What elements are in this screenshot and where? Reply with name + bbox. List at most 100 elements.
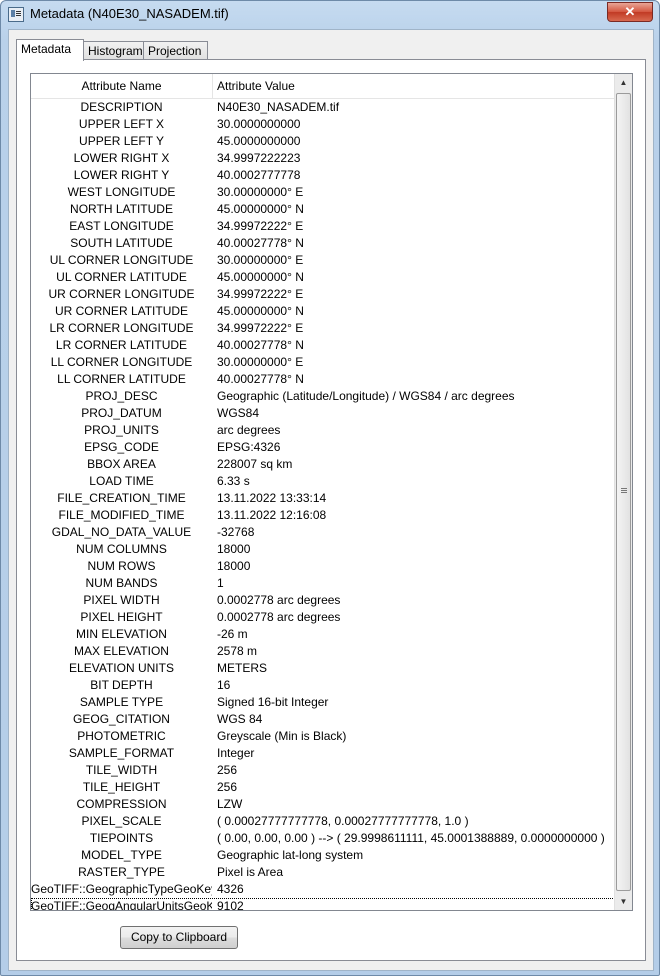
table-row[interactable]: PROJ_DESC Geographic (Latitude/Longitude)… — [31, 388, 615, 405]
table-row[interactable]: BBOX AREA 228007 sq km — [31, 456, 615, 473]
metadata-list[interactable]: Attribute Name Attribute Value DESCRIPTI… — [30, 73, 633, 911]
copy-to-clipboard-button[interactable]: Copy to Clipboard — [120, 926, 238, 949]
table-row[interactable]: RASTER_TYPE Pixel is Area — [31, 864, 615, 881]
table-row[interactable]: UR CORNER LATITUDE 45.00000000° N — [31, 303, 615, 320]
table-row[interactable]: WEST LONGITUDE 30.00000000° E — [31, 184, 615, 201]
attribute-value-cell: 13.11.2022 13:33:14 — [217, 491, 327, 505]
table-row[interactable]: MIN ELEVATION -26 m — [31, 626, 615, 643]
table-row[interactable]: MODEL_TYPE Geographic lat-long system — [31, 847, 615, 864]
attribute-name-cell: UR CORNER LATITUDE — [54, 304, 189, 318]
attribute-name-cell: ELEVATION UNITS — [69, 661, 174, 675]
table-row[interactable]: LOWER RIGHT Y 40.0002777778 — [31, 167, 615, 184]
table-row[interactable]: LOWER RIGHT X 34.9997222223 — [31, 150, 615, 167]
attribute-value-cell: 13.11.2022 12:16:08 — [217, 508, 327, 522]
table-row[interactable]: LL CORNER LATITUDE 40.00027778° N — [31, 371, 615, 388]
table-row[interactable]: LL CORNER LONGITUDE 30.00000000° E — [31, 354, 615, 371]
attribute-name-cell: MIN ELEVATION — [76, 627, 167, 641]
attribute-value-cell: 30.0000000000 — [217, 117, 301, 131]
table-row[interactable]: GeoTIFF::GeographicTypeGeoKey 4326 — [31, 881, 615, 898]
vertical-scrollbar[interactable]: ▲ ▼ — [614, 74, 632, 910]
attribute-name-cell: TILE_WIDTH — [85, 763, 158, 777]
scroll-grip-icon — [621, 488, 627, 489]
table-row[interactable]: PROJ_DATUM WGS84 — [31, 405, 615, 422]
attribute-value-cell: 0.0002778 arc degrees — [217, 610, 341, 624]
table-row[interactable]: GEOG_CITATION WGS 84 — [31, 711, 615, 728]
table-row[interactable]: PROJ_UNITS arc degrees — [31, 422, 615, 439]
table-row[interactable]: UL CORNER LONGITUDE 30.00000000° E — [31, 252, 615, 269]
table-row[interactable]: ELEVATION UNITS METERS — [31, 660, 615, 677]
attribute-name-cell: WEST LONGITUDE — [67, 185, 176, 199]
table-row[interactable]: UL CORNER LATITUDE 45.00000000° N — [31, 269, 615, 286]
table-row[interactable]: TILE_WIDTH 256 — [31, 762, 615, 779]
window-title: Metadata (N40E30_NASADEM.tif) — [30, 6, 229, 21]
table-row[interactable]: SOUTH LATITUDE 40.00027778° N — [31, 235, 615, 252]
attribute-name-cell: BBOX AREA — [87, 457, 156, 471]
attribute-value-cell: 40.00027778° N — [217, 236, 304, 250]
table-row[interactable]: PIXEL HEIGHT 0.0002778 arc degrees — [31, 609, 615, 626]
table-row[interactable]: MAX ELEVATION 2578 m — [31, 643, 615, 660]
tab-projection[interactable]: Projection — [143, 41, 208, 60]
close-button[interactable]: ✕ — [607, 2, 653, 22]
table-row[interactable]: GDAL_NO_DATA_VALUE -32768 — [31, 524, 615, 541]
attribute-value-cell: 30.00000000° E — [217, 355, 304, 369]
table-row[interactable]: PIXEL_SCALE ( 0.00027777777778, 0.0002777… — [31, 813, 615, 830]
table-row[interactable]: LR CORNER LONGITUDE 34.99972222° E — [31, 320, 615, 337]
dialog-body: Metadata Histogram Projection Attribute … — [8, 29, 654, 971]
table-row[interactable]: UPPER LEFT X 30.0000000000 — [31, 116, 615, 133]
table-row[interactable]: EAST LONGITUDE 34.99972222° E — [31, 218, 615, 235]
table-row[interactable]: LR CORNER LATITUDE 40.00027778° N — [31, 337, 615, 354]
attribute-name-cell: GeoTIFF::GeogAngularUnitsGeoKey — [31, 899, 212, 911]
table-row[interactable]: TILE_HEIGHT 256 — [31, 779, 615, 796]
table-row[interactable]: TIEPOINTS ( 0.00, 0.00, 0.00 ) --> ( 29.9… — [31, 830, 615, 847]
table-row[interactable]: FILE_MODIFIED_TIME 13.11.2022 12:16:08 — [31, 507, 615, 524]
tab-metadata[interactable]: Metadata — [16, 39, 84, 61]
attribute-value-cell: LZW — [217, 797, 243, 811]
attribute-name-cell: MODEL_TYPE — [81, 848, 162, 862]
table-row[interactable]: UPPER LEFT Y 45.0000000000 — [31, 133, 615, 150]
attribute-value-cell: 45.0000000000 — [217, 134, 301, 148]
table-row[interactable]: SAMPLE_FORMAT Integer — [31, 745, 615, 762]
table-row[interactable]: NORTH LATITUDE 45.00000000° N — [31, 201, 615, 218]
table-row[interactable]: NUM BANDS 1 — [31, 575, 615, 592]
list-header: Attribute Name Attribute Value — [31, 74, 618, 99]
attribute-value-cell: 2578 m — [217, 644, 258, 658]
attribute-value-cell: Greyscale (Min is Black) — [217, 729, 347, 743]
attribute-value-cell: 256 — [217, 780, 238, 794]
attribute-value-cell: 34.9997222223 — [217, 151, 301, 165]
table-row[interactable]: NUM COLUMNS 18000 — [31, 541, 615, 558]
scroll-thumb[interactable] — [616, 93, 631, 891]
attribute-value-cell: Geographic lat-long system — [217, 848, 364, 862]
attribute-name-cell: PHOTOMETRIC — [77, 729, 166, 743]
table-row[interactable]: FILE_CREATION_TIME 13.11.2022 13:33:14 — [31, 490, 615, 507]
attribute-name-cell: TIEPOINTS — [89, 831, 154, 845]
attribute-name-cell: TILE_HEIGHT — [82, 780, 161, 794]
table-row[interactable]: NUM ROWS 18000 — [31, 558, 615, 575]
attribute-name-cell: LOWER RIGHT X — [73, 151, 170, 165]
table-row[interactable]: PIXEL WIDTH 0.0002778 arc degrees — [31, 592, 615, 609]
table-row[interactable]: BIT DEPTH 16 — [31, 677, 615, 694]
table-row[interactable]: DESCRIPTION N40E30_NASADEM.tif — [31, 99, 615, 116]
tab-histogram[interactable]: Histogram — [83, 41, 146, 60]
table-row[interactable]: SAMPLE TYPE Signed 16-bit Integer — [31, 694, 615, 711]
attribute-name-cell: SAMPLE_FORMAT — [68, 746, 175, 760]
table-row[interactable]: LOAD TIME 6.33 s — [31, 473, 615, 490]
attribute-name-cell: GEOG_CITATION — [73, 712, 170, 726]
table-row[interactable]: GeoTIFF::GeogAngularUnitsGeoKey 9102 — [31, 898, 615, 911]
attribute-value-cell: 0.0002778 arc degrees — [217, 593, 341, 607]
attribute-value-cell: Pixel is Area — [217, 865, 284, 879]
title-bar[interactable]: Metadata (N40E30_NASADEM.tif) ✕ — [1, 1, 659, 27]
table-row[interactable]: PHOTOMETRIC Greyscale (Min is Black) — [31, 728, 615, 745]
metadata-window: Metadata (N40E30_NASADEM.tif) ✕ Metadata… — [0, 0, 660, 976]
attribute-value-cell: 45.00000000° N — [217, 202, 304, 216]
column-header-attribute-name[interactable]: Attribute Name — [31, 74, 213, 98]
table-row[interactable]: UR CORNER LONGITUDE 34.99972222° E — [31, 286, 615, 303]
attribute-value-cell: METERS — [217, 661, 268, 675]
attribute-name-cell: UPPER LEFT X — [78, 117, 165, 131]
column-header-attribute-value[interactable]: Attribute Value — [213, 74, 618, 98]
scroll-up-arrow-icon[interactable]: ▲ — [615, 74, 632, 91]
table-row[interactable]: EPSG_CODE EPSG:4326 — [31, 439, 615, 456]
scroll-down-arrow-icon[interactable]: ▼ — [615, 893, 632, 910]
table-row[interactable]: COMPRESSION LZW — [31, 796, 615, 813]
attribute-value-cell: 45.00000000° N — [217, 270, 304, 284]
attribute-value-cell: 9102 — [217, 899, 244, 911]
